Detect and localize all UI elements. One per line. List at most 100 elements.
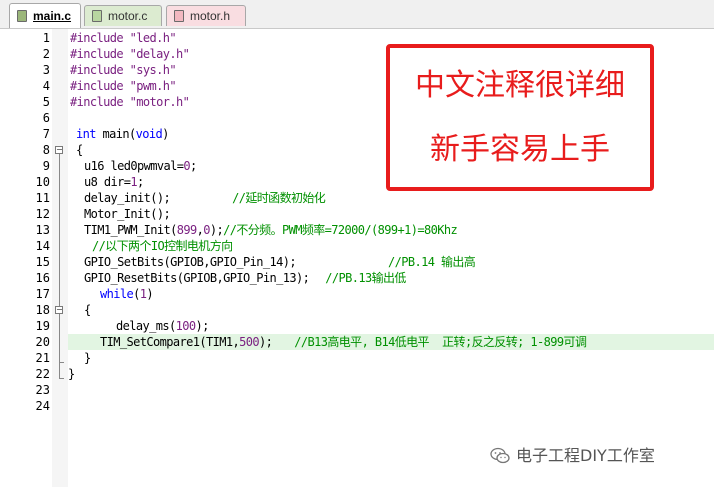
number-literal: 0	[183, 159, 190, 173]
line-number: 19	[35, 319, 50, 333]
number-literal: 1	[130, 175, 137, 189]
line-number: 4	[42, 79, 50, 93]
code-text: u16 led0pwmval=	[84, 159, 184, 173]
code-line[interactable]: Motor_Init();	[84, 206, 171, 222]
code-text: );	[195, 319, 210, 333]
line-number: 24	[35, 399, 50, 413]
code-text: );	[259, 335, 273, 349]
tab-motor-c[interactable]: motor.c	[84, 5, 162, 26]
code-line[interactable]: delay_init(); //延时函数初始化	[84, 190, 326, 206]
fold-collapse-icon[interactable]: −	[55, 146, 63, 154]
code-text: delay_init();	[84, 191, 171, 205]
line-number: 10	[35, 175, 50, 189]
keyword: int	[76, 127, 96, 141]
include-path: "sys.h"	[129, 63, 177, 77]
code-line[interactable]: GPIO_ResetBits(GPIOB,GPIO_Pin_13); //PB.1…	[84, 270, 406, 286]
code-line[interactable]: #include "motor.h"	[70, 94, 190, 110]
preprocessor-directive: #include	[70, 95, 124, 109]
line-number: 9	[42, 159, 50, 173]
fold-collapse-icon[interactable]: −	[55, 306, 63, 314]
code-text: ;	[190, 159, 197, 173]
line-number: 20	[35, 335, 50, 349]
preprocessor-directive: #include	[70, 79, 124, 93]
preprocessor-directive: #include	[70, 63, 124, 77]
code-text: (	[133, 287, 140, 301]
code-line[interactable]: u16 led0pwmval=0;	[84, 158, 197, 174]
code-line[interactable]: u8 dir=1;	[84, 174, 144, 190]
code-comment: //不分频。PWM频率=72000/(899+1)=80Khz	[223, 223, 458, 237]
c-file-icon	[17, 10, 27, 22]
include-path: "delay.h"	[129, 47, 190, 61]
annotation-text: 新手容易上手	[430, 132, 610, 167]
line-number: 11	[35, 191, 50, 205]
h-file-icon	[174, 10, 184, 22]
line-number: 1	[42, 31, 50, 45]
code-line[interactable]: #include "sys.h"	[70, 62, 177, 78]
annotation-callout: 中文注释很详细 新手容易上手	[386, 44, 654, 191]
line-number: 23	[35, 383, 50, 397]
code-text: {	[84, 303, 91, 317]
code-text: )	[162, 127, 169, 141]
keyword: while	[100, 287, 134, 301]
code-line[interactable]: //以下两个IO控制电机方向	[92, 238, 233, 254]
code-text: delay_ms(	[116, 319, 176, 333]
line-number: 8	[42, 143, 50, 157]
line-number: 17	[35, 287, 50, 301]
line-number: 2	[42, 47, 50, 61]
number-literal: 0	[203, 223, 210, 237]
preprocessor-directive: #include	[70, 47, 124, 61]
line-number: 12	[35, 207, 50, 221]
code-comment: //B13高电平, B14低电平 正转;反之反转; 1-899可调	[294, 335, 587, 349]
code-comment: //PB.13输出低	[325, 271, 406, 285]
tab-main-c[interactable]: main.c	[9, 3, 81, 28]
annotation-text: 中文注释很详细	[415, 68, 625, 103]
code-line[interactable]: #include "pwm.h"	[70, 78, 177, 94]
code-text: u8 dir=	[84, 175, 131, 189]
preprocessor-directive: #include	[70, 31, 124, 45]
code-text: TIM1_PWM_Init(	[84, 223, 177, 237]
include-path: "pwm.h"	[129, 79, 177, 93]
code-line[interactable]: {	[84, 302, 91, 318]
code-line[interactable]: while(1)	[100, 286, 154, 302]
code-text: )	[146, 287, 153, 301]
code-line[interactable]: }	[68, 366, 75, 382]
include-path: "led.h"	[129, 31, 177, 45]
number-literal: 899	[176, 223, 197, 237]
code-line[interactable]: TIM1_PWM_Init(899,0);//不分频。PWM频率=72000/(…	[84, 222, 458, 238]
code-comment: //PB.14 输出高	[388, 255, 476, 269]
code-text: GPIO_SetBits(GPIOB,GPIO_Pin_14);	[84, 255, 297, 269]
code-comment: //以下两个IO控制电机方向	[92, 239, 233, 253]
line-number: 15	[35, 255, 50, 269]
line-number: 7	[42, 127, 50, 141]
tab-label: main.c	[33, 9, 72, 23]
tab-motor-h[interactable]: motor.h	[166, 5, 246, 26]
code-line[interactable]: delay_ms(100);	[116, 318, 209, 334]
fold-guide-line	[59, 154, 60, 378]
code-text: }	[68, 367, 75, 381]
code-text: GPIO_ResetBits(GPIOB,GPIO_Pin_13);	[84, 271, 310, 285]
code-text: );	[209, 223, 224, 237]
code-line[interactable]: GPIO_SetBits(GPIOB,GPIO_Pin_14); //PB.14 …	[84, 254, 476, 270]
line-number: 18	[35, 303, 50, 317]
line-number: 14	[35, 239, 50, 253]
wechat-icon	[490, 447, 510, 464]
code-line[interactable]: #include "delay.h"	[70, 46, 190, 62]
editor-tab-bar: main.c motor.c motor.h	[0, 0, 714, 29]
code-line[interactable]: #include "led.h"	[70, 30, 177, 46]
code-text: Motor_Init();	[84, 207, 171, 221]
code-line[interactable]: int main(void)	[76, 126, 169, 142]
watermark-text: 电子工程DIY工作室	[516, 446, 655, 465]
line-number: 21	[35, 351, 50, 365]
code-text: TIM_SetCompare1(TIM1,	[100, 335, 240, 349]
number-literal: 500	[239, 335, 259, 349]
code-line[interactable]: {	[76, 142, 83, 158]
tab-label: motor.h	[190, 9, 231, 23]
line-number: 5	[42, 95, 50, 109]
code-line-current[interactable]: TIM_SetCompare1(TIM1,500); //B13高电平, B14低…	[68, 334, 714, 350]
line-number: 3	[42, 63, 50, 77]
code-line[interactable]: }	[84, 350, 91, 366]
fold-end-marker	[59, 378, 64, 379]
c-file-icon	[92, 10, 102, 22]
line-number: 22	[35, 367, 50, 381]
tab-label: motor.c	[108, 9, 148, 23]
